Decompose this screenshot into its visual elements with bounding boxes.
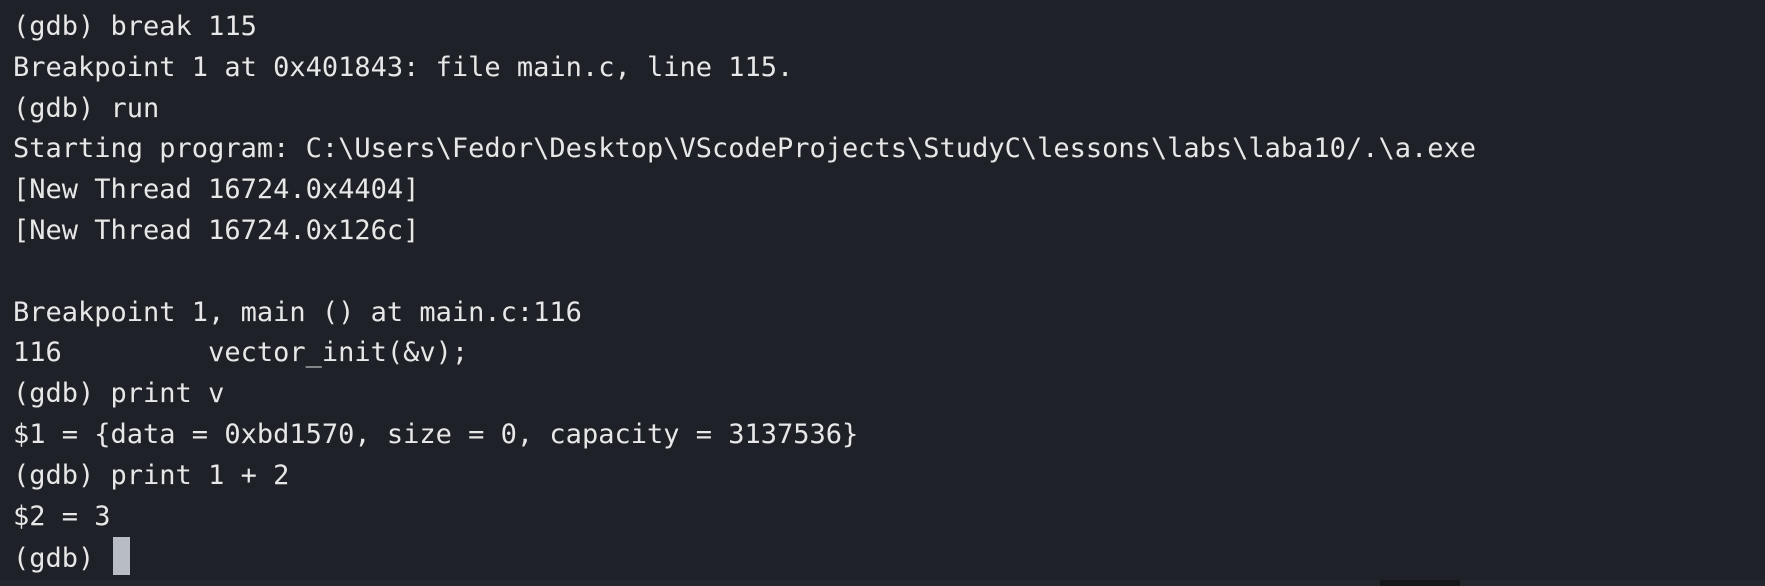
terminal-line: (gdb) print v (13, 378, 225, 410)
terminal-line: (gdb) run (13, 92, 160, 124)
terminal-line: $2 = 3 (13, 500, 111, 532)
terminal-input-line[interactable]: (gdb) (13, 537, 1765, 578)
text-cursor (112, 537, 130, 576)
terminal-line: $1 = {data = 0xbd1570, size = 0, capacit… (13, 418, 859, 450)
terminal-line: (gdb) print 1 + 2 (13, 459, 290, 491)
terminal-line: Breakpoint 1, main () at main.c:116 (13, 296, 582, 328)
scrollbar-thumb[interactable] (1380, 580, 1460, 586)
bottom-scrollbar[interactable] (0, 580, 1765, 586)
terminal-line: [New Thread 16724.0x126c] (13, 214, 420, 246)
terminal-line: (gdb) break 115 (13, 11, 257, 42)
terminal-line: 116 vector_init(&v); (13, 337, 469, 369)
gdb-prompt: (gdb) (13, 543, 111, 575)
terminal-line: Breakpoint 1 at 0x401843: file main.c, l… (13, 51, 794, 83)
terminal-line: Starting program: C:\Users\Fedor\Desktop… (13, 133, 1476, 165)
terminal-line: [New Thread 16724.0x4404] (13, 174, 420, 206)
terminal-window[interactable]: (gdb) break 115 Breakpoint 1 at 0x401843… (0, 0, 1765, 586)
